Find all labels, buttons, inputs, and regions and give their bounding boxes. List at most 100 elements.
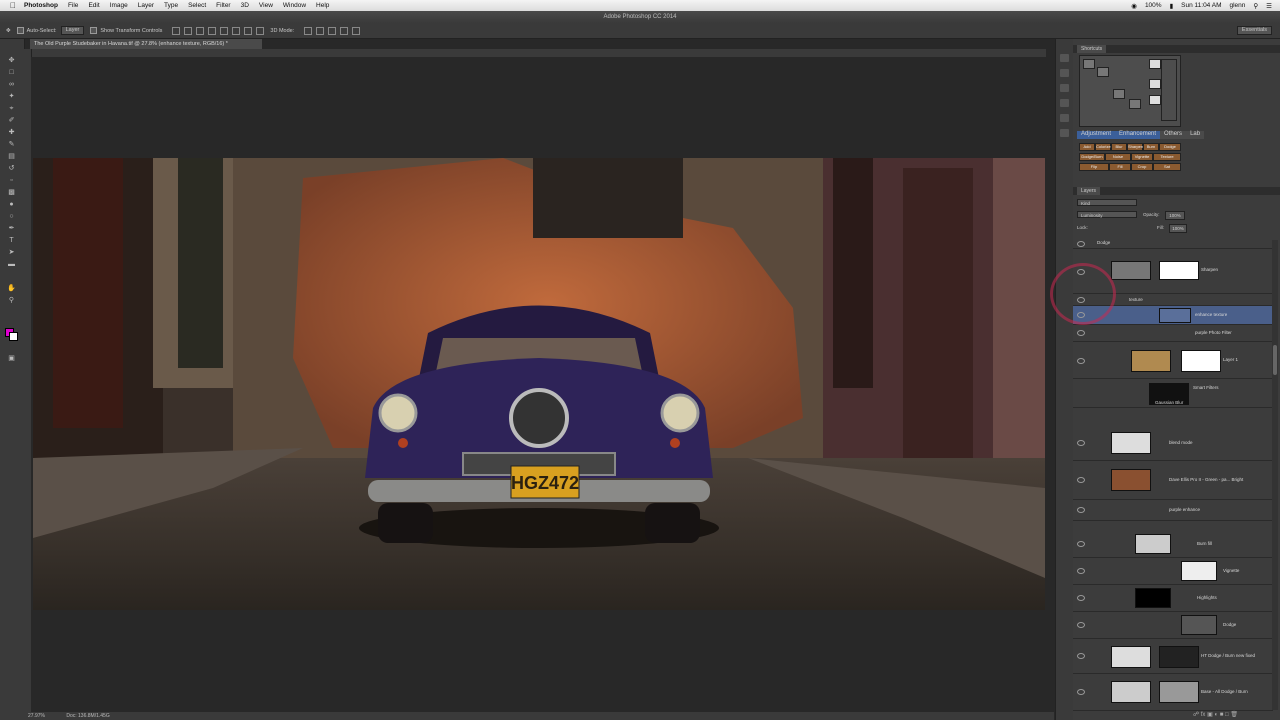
- move-tool-icon[interactable]: ✥: [7, 57, 16, 64]
- quick-select-tool-icon[interactable]: ✦: [7, 93, 16, 100]
- visibility-eye-icon[interactable]: [1077, 622, 1085, 628]
- key-6[interactable]: [1113, 89, 1125, 99]
- visibility-eye-icon[interactable]: [1077, 568, 1085, 574]
- layer-row[interactable]: Burn fill: [1073, 531, 1273, 558]
- layer-row[interactable]: purple Photo Filter: [1073, 325, 1273, 342]
- layer-row[interactable]: Highlights: [1073, 585, 1273, 612]
- menu-3d[interactable]: 3D: [241, 2, 249, 9]
- 3d-slide-icon[interactable]: [340, 26, 349, 35]
- dodge-tool-icon[interactable]: ○: [7, 213, 16, 220]
- eraser-tool-icon[interactable]: ▫: [7, 177, 16, 184]
- menu-file[interactable]: File: [68, 2, 78, 9]
- align-center-icon[interactable]: [220, 26, 229, 35]
- align-right-icon[interactable]: [232, 26, 241, 35]
- menu-window[interactable]: Window: [283, 2, 306, 9]
- auto-select-dropdown[interactable]: Layer: [60, 26, 85, 35]
- visibility-eye-icon[interactable]: [1077, 477, 1085, 483]
- new-adjustment-icon[interactable]: ◐: [1214, 712, 1218, 718]
- type-tool-icon[interactable]: T: [7, 237, 16, 244]
- brush-tool-icon[interactable]: ✎: [7, 141, 16, 148]
- new-layer-icon[interactable]: □: [1225, 712, 1229, 718]
- align-left-icon[interactable]: [208, 26, 217, 35]
- background-color-swatch[interactable]: [9, 332, 18, 341]
- 3d-rotate-icon[interactable]: [304, 26, 313, 35]
- shortcut-button[interactable]: Dodge: [1159, 143, 1181, 151]
- layer-row[interactable]: Dodge: [1073, 238, 1273, 249]
- key-column[interactable]: [1161, 59, 1177, 121]
- wifi-icon[interactable]: ◉: [1131, 2, 1137, 10]
- blur-tool-icon[interactable]: ●: [7, 201, 16, 208]
- menu-edit[interactable]: Edit: [88, 2, 99, 9]
- shortcut-button[interactable]: Sat: [1153, 163, 1181, 171]
- shortcut-button[interactable]: Vignette: [1131, 153, 1153, 161]
- key-5[interactable]: [1149, 95, 1161, 105]
- layer-row[interactable]: Dave Ellis Pro II - Green - pa... Bright: [1073, 461, 1273, 500]
- visibility-eye-icon[interactable]: [1077, 653, 1085, 659]
- key-3[interactable]: [1149, 59, 1161, 69]
- tab-enhancement[interactable]: Enhancement: [1115, 131, 1161, 139]
- marquee-tool-icon[interactable]: □: [7, 69, 16, 76]
- eyedropper-tool-icon[interactable]: ✐: [7, 117, 16, 124]
- align-middle-icon[interactable]: [184, 26, 193, 35]
- healing-brush-tool-icon[interactable]: ✚: [7, 129, 16, 136]
- shortcut-button[interactable]: Dodge/Burn: [1079, 153, 1105, 161]
- visibility-eye-icon[interactable]: [1077, 595, 1085, 601]
- layer-row[interactable]: Layer 1: [1073, 342, 1273, 379]
- layers-tab[interactable]: Layers: [1077, 187, 1101, 195]
- shortcut-button[interactable]: Flip: [1079, 163, 1109, 171]
- quick-mask-icon[interactable]: ▣: [7, 355, 16, 362]
- menu-help[interactable]: Help: [316, 2, 329, 9]
- shape-tool-icon[interactable]: ▬: [7, 261, 16, 268]
- key-7[interactable]: [1129, 99, 1141, 109]
- tab-lab[interactable]: Lab: [1186, 131, 1205, 139]
- path-select-tool-icon[interactable]: ➤: [7, 249, 16, 256]
- brush-panel-icon[interactable]: [1060, 114, 1069, 122]
- opacity-input[interactable]: 100%: [1165, 211, 1185, 220]
- new-group-icon[interactable]: ■: [1220, 712, 1224, 718]
- shortcut-button[interactable]: Sharpen: [1127, 143, 1143, 151]
- menu-select[interactable]: Select: [188, 2, 206, 9]
- zoom-tool-icon[interactable]: ⚲: [7, 297, 16, 304]
- hand-tool-icon[interactable]: ✋: [7, 285, 16, 292]
- add-mask-icon[interactable]: ▣: [1207, 712, 1213, 718]
- pen-tool-icon[interactable]: ✒: [7, 225, 16, 232]
- properties-panel-icon[interactable]: [1060, 84, 1069, 92]
- document-tab[interactable]: The Old Purple Studebaker in Havana.tif …: [30, 39, 262, 49]
- key-1[interactable]: [1083, 59, 1095, 69]
- tab-others[interactable]: Others: [1160, 131, 1187, 139]
- layers-scrollbar[interactable]: [1272, 240, 1278, 710]
- history-panel-icon[interactable]: [1060, 54, 1069, 62]
- 3d-drag-icon[interactable]: [328, 26, 337, 35]
- visibility-eye-icon[interactable]: [1077, 440, 1085, 446]
- move-tool-icon[interactable]: ✥: [6, 28, 11, 34]
- shortcut-button[interactable]: Burn: [1143, 143, 1159, 151]
- layer-row[interactable]: Base - All Dodge / Burn: [1073, 674, 1273, 711]
- layer-row[interactable]: purple enhance: [1073, 500, 1273, 521]
- visibility-eye-icon[interactable]: [1077, 541, 1085, 547]
- shortcut-button[interactable]: Colorize: [1095, 143, 1111, 151]
- apple-menu-icon[interactable]: : [10, 1, 18, 10]
- blend-mode-dropdown[interactable]: Luminosity: [1077, 211, 1137, 218]
- link-layers-icon[interactable]: ☍: [1193, 712, 1199, 718]
- menu-app[interactable]: Photoshop: [24, 2, 58, 9]
- shortcuts-tab[interactable]: Shortcuts: [1077, 45, 1107, 53]
- distribute-icon[interactable]: [244, 26, 253, 35]
- layers-panel-header[interactable]: Layers: [1073, 187, 1280, 195]
- spotlight-icon[interactable]: ⚲: [1253, 2, 1258, 10]
- battery-icon[interactable]: ▮: [1170, 2, 1174, 10]
- filter-kind-dropdown[interactable]: Kind: [1077, 199, 1137, 206]
- character-panel-icon[interactable]: [1060, 129, 1069, 137]
- menu-filter[interactable]: Filter: [216, 2, 230, 9]
- shortcut-button[interactable]: Add: [1079, 143, 1095, 151]
- info-panel-icon[interactable]: [1060, 99, 1069, 107]
- align-top-icon[interactable]: [172, 26, 181, 35]
- menu-view[interactable]: View: [259, 2, 273, 9]
- layers-scroll-thumb[interactable]: [1273, 345, 1277, 375]
- auto-select-checkbox[interactable]: Auto-Select:: [16, 27, 57, 34]
- zoom-level[interactable]: 27.97%: [28, 713, 45, 719]
- visibility-eye-icon[interactable]: [1077, 689, 1085, 695]
- clock[interactable]: Sun 11:04 AM: [1181, 2, 1221, 9]
- document-image[interactable]: HGZ472: [33, 158, 1045, 610]
- visibility-eye-icon[interactable]: [1077, 358, 1085, 364]
- trash-icon[interactable]: 🗑: [1230, 712, 1238, 718]
